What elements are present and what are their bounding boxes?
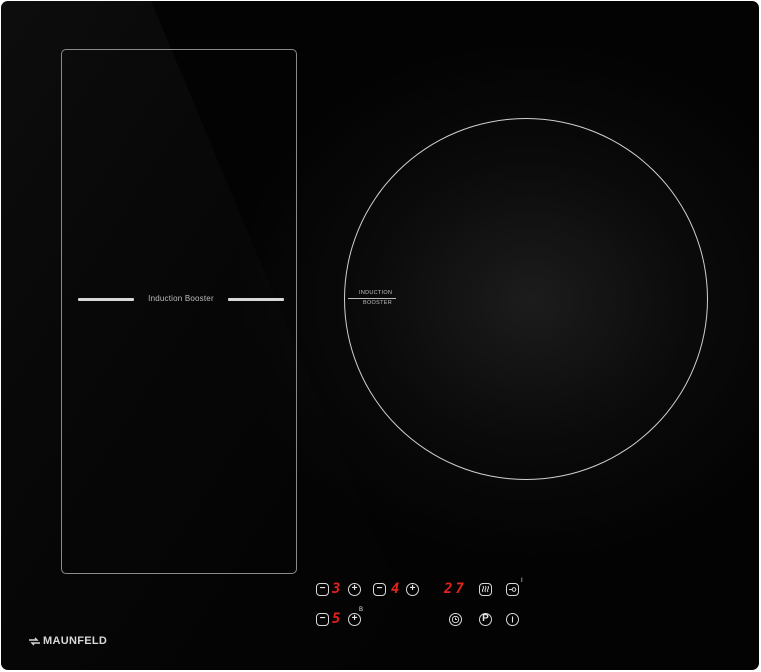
power-icon (511, 616, 514, 623)
power-button[interactable] (506, 613, 519, 626)
zone1-minus-button[interactable]: − (316, 583, 329, 596)
zone2-minus-button[interactable]: − (373, 583, 386, 596)
zone3-power-display: 5 (332, 611, 341, 627)
plus-icon: + (409, 583, 416, 594)
timer-button[interactable] (449, 613, 462, 626)
round-zone-label-line2: BOOSTER (363, 300, 392, 306)
minus-icon: − (319, 583, 326, 594)
zone1-power-display: 3 (332, 581, 341, 597)
flex-zone-label: Induction Booster (148, 294, 214, 303)
round-zone-label-divider (348, 298, 396, 299)
round-cooking-zone (344, 118, 708, 480)
keep-warm-button[interactable] (479, 583, 492, 596)
booster-indicator: B (359, 607, 364, 613)
pause-icon: P (482, 613, 489, 624)
minus-icon: − (319, 613, 326, 624)
zone3-plus-button[interactable]: + (348, 613, 361, 626)
maunfeld-logo-icon (29, 637, 40, 646)
timer-display: 27 (444, 581, 467, 597)
child-lock-button[interactable] (506, 583, 519, 596)
zone1-plus-button[interactable]: + (348, 583, 361, 596)
induction-cooktop: Induction Booster INDUCTION BOOSTER − 3 … (1, 1, 759, 670)
minus-icon: − (376, 583, 383, 594)
keep-warm-icon (482, 585, 489, 593)
flex-cooking-zone (61, 49, 297, 574)
flex-zone-marker-right (228, 298, 284, 301)
pause-button[interactable]: P (479, 613, 492, 626)
flex-zone-marker-left (78, 298, 134, 301)
lock-indicator-mark: I (521, 578, 523, 584)
plus-icon: + (351, 613, 358, 624)
zone2-power-display: 4 (391, 581, 400, 597)
clock-icon (451, 615, 460, 624)
zone3-minus-button[interactable]: − (316, 613, 329, 626)
zone2-plus-button[interactable]: + (406, 583, 419, 596)
plus-icon: + (351, 583, 358, 594)
lock-indicator: I (521, 578, 523, 584)
key-lock-icon (509, 587, 517, 592)
brand-logo: MAUNFELD (43, 635, 108, 647)
round-zone-label-line1: INDUCTION (359, 290, 393, 296)
